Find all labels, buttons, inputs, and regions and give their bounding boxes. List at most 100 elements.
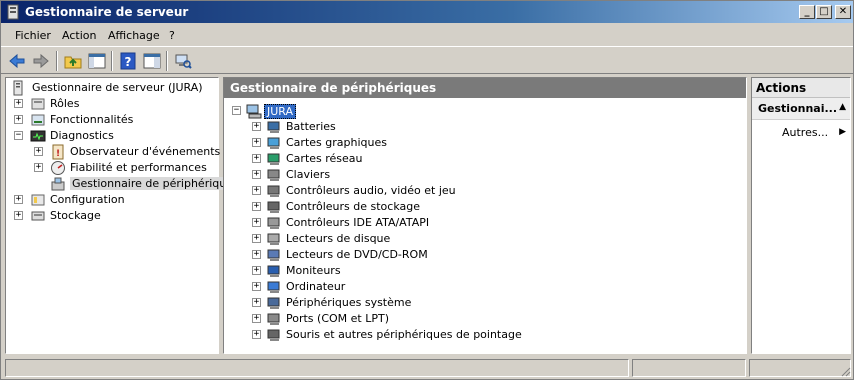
title-bar: Gestionnaire de serveur _ □ ✕ (1, 1, 853, 23)
expand-toggle[interactable]: + (252, 330, 261, 339)
expand-toggle[interactable]: + (252, 186, 261, 195)
actions-header: Actions (752, 78, 850, 98)
device-category-label: Contrôleurs de stockage (286, 200, 420, 213)
configuration-icon (31, 194, 45, 206)
expand-toggle[interactable]: + (252, 170, 261, 179)
expand-toggle[interactable]: + (34, 147, 43, 156)
show-hide-action-pane-icon[interactable] (142, 51, 162, 71)
device-category-label: Contrôleurs audio, vidéo et jeu (286, 184, 456, 197)
device-category-label: Contrôleurs IDE ATA/ATAPI (286, 216, 430, 229)
tree-root-label: Gestionnaire de serveur (JURA) (32, 81, 203, 94)
device-category-label: Ports (COM et LPT) (286, 312, 390, 325)
collapse-arrow-icon[interactable]: ▲ (839, 102, 846, 112)
tree-item-label: Diagnostics (50, 129, 114, 142)
tree-item-label: Gestionnaire de périphériques (70, 177, 241, 190)
event-viewer-icon: ! (52, 144, 64, 160)
device-category-label: Batteries (286, 120, 336, 133)
device-manager-pane: Gestionnaire de périphériques − JURA + Ba… (223, 77, 747, 354)
toolbar-separator (111, 51, 113, 71)
toolbar: ? (1, 46, 853, 74)
expand-toggle[interactable]: + (252, 314, 261, 323)
performance-gauge-icon (51, 161, 65, 175)
status-cell-secondary (632, 359, 746, 377)
toolbar-separator (166, 51, 168, 71)
expand-toggle[interactable]: + (14, 211, 23, 220)
pane-header: Gestionnaire de périphériques (224, 78, 746, 98)
device-category-label: Souris et autres périphériques de pointa… (286, 328, 522, 341)
device-category-label: Moniteurs (286, 264, 341, 277)
expand-toggle[interactable]: + (252, 154, 261, 163)
features-icon (31, 114, 45, 126)
device-category-label: Cartes réseau (286, 152, 363, 165)
expand-toggle[interactable]: + (14, 115, 23, 124)
menu-action[interactable]: Action (62, 29, 96, 42)
expand-toggle[interactable]: + (34, 163, 43, 172)
device-category-icon (267, 217, 280, 229)
device-category-label: Ordinateur (286, 280, 346, 293)
menu-affichage[interactable]: Affichage (108, 29, 160, 42)
menu-fichier[interactable]: Fichier (15, 29, 51, 42)
expand-toggle[interactable]: + (252, 138, 261, 147)
expand-toggle[interactable]: + (14, 99, 23, 108)
window-title: Gestionnaire de serveur (25, 5, 189, 19)
device-category-icon (267, 329, 280, 341)
forward-arrow-icon[interactable] (31, 51, 51, 71)
expand-toggle[interactable]: + (252, 218, 261, 227)
expand-toggle[interactable]: + (252, 122, 261, 131)
device-category-icon (267, 169, 280, 181)
device-category-icon (267, 313, 280, 325)
svg-text:?: ? (125, 55, 132, 69)
device-category-label: Cartes graphiques (286, 136, 387, 149)
toolbar-separator (56, 51, 58, 71)
tree-item-label: Fiabilité et performances (70, 161, 207, 174)
expand-toggle[interactable]: + (14, 195, 23, 204)
up-folder-icon[interactable] (63, 51, 83, 71)
server-manager-window: Gestionnaire de serveur _ □ ✕ Fichier Ac… (0, 0, 854, 380)
device-category-icon (267, 201, 280, 213)
navigation-tree-pane: Gestionnaire de serveur (JURA) + Rôles +… (5, 77, 241, 354)
maximize-button[interactable]: □ (816, 5, 832, 19)
tree-item-label: Stockage (50, 209, 101, 222)
roles-icon (31, 98, 45, 110)
status-cell-tertiary (749, 359, 851, 377)
tree-item-label: Rôles (50, 97, 80, 110)
close-button[interactable]: ✕ (835, 5, 851, 19)
expand-toggle[interactable]: + (252, 282, 261, 291)
expand-toggle[interactable]: + (252, 202, 261, 211)
help-icon[interactable]: ? (118, 51, 138, 71)
device-category-icon (267, 281, 280, 293)
back-arrow-icon[interactable] (7, 51, 27, 71)
device-category-icon (267, 249, 280, 261)
actions-section-device-manager[interactable]: Gestionnai... ▲ (752, 98, 850, 120)
resize-grip-icon[interactable] (839, 365, 851, 377)
menu-help[interactable]: ? (169, 29, 175, 42)
expand-toggle[interactable]: + (252, 234, 261, 243)
status-cell-main (5, 359, 629, 377)
storage-icon (31, 211, 45, 221)
collapse-toggle[interactable]: − (14, 131, 23, 140)
tree-item-label: Configuration (50, 193, 125, 206)
show-hide-tree-icon[interactable] (87, 51, 107, 71)
device-category-label: Claviers (286, 168, 331, 181)
diagnostics-icon (30, 130, 46, 142)
device-category-label: Lecteurs de DVD/CD-ROM (286, 248, 428, 261)
expand-toggle[interactable]: + (252, 298, 261, 307)
server-manager-icon (13, 80, 23, 96)
expand-toggle[interactable]: + (252, 250, 261, 259)
computer-icon (246, 104, 262, 119)
device-category-label: Lecteurs de disque (286, 232, 391, 245)
status-bar (1, 357, 853, 379)
action-more-actions[interactable]: Autres... ▶ (782, 126, 846, 142)
device-category-icon (267, 265, 280, 277)
device-category-label: Périphériques système (286, 296, 412, 309)
collapse-toggle[interactable]: − (232, 106, 241, 115)
expand-toggle[interactable]: + (252, 266, 261, 275)
menu-bar: Fichier Action Affichage ? (1, 24, 853, 46)
submenu-arrow-icon: ▶ (839, 127, 846, 137)
device-category-icon (267, 153, 280, 165)
scan-hardware-icon[interactable] (173, 51, 193, 71)
minimize-button[interactable]: _ (799, 5, 815, 19)
tree-item-label: Observateur d'événements (70, 145, 221, 158)
actions-pane: Actions Gestionnai... ▲ Autres... ▶ (751, 77, 851, 354)
device-manager-icon (51, 177, 65, 191)
